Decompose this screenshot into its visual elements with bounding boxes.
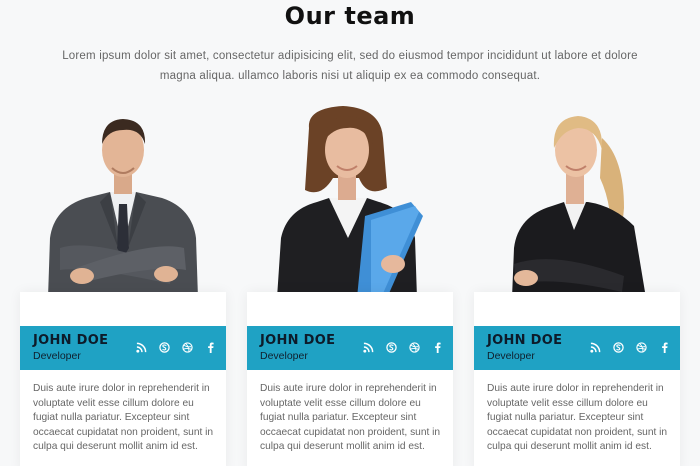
skype-icon[interactable] [384, 340, 399, 355]
member-photo [20, 98, 226, 298]
team-card: JOHN DOE Developer Duis aute irure dolor… [247, 292, 453, 466]
skype-icon[interactable] [611, 340, 626, 355]
member-info-bar: JOHN DOE Developer [247, 326, 453, 370]
dribbble-icon[interactable] [180, 340, 195, 355]
member-role: Developer [33, 350, 81, 362]
member-name: JOHN DOE [487, 333, 563, 348]
member-bio: Duis aute irure dolor in reprehenderit i… [33, 383, 214, 452]
member-bio: Duis aute irure dolor in reprehenderit i… [487, 383, 668, 452]
rss-icon[interactable] [134, 340, 149, 355]
team-card: JOHN DOE Developer Duis aute irure dolor… [474, 292, 680, 466]
social-links [134, 340, 218, 355]
member-info-bar: JOHN DOE Developer [474, 326, 680, 370]
facebook-icon[interactable] [203, 340, 218, 355]
member-photo [474, 98, 680, 298]
team-card: JOHN DOE Developer Duis aute irure dolor… [20, 292, 226, 466]
member-role: Developer [260, 350, 308, 362]
member-photo [247, 98, 453, 298]
member-bio: Duis aute irure dolor in reprehenderit i… [260, 383, 441, 452]
member-name: JOHN DOE [33, 333, 109, 348]
dribbble-icon[interactable] [407, 340, 422, 355]
social-links [588, 340, 672, 355]
social-links [361, 340, 445, 355]
section-title: Our team [284, 2, 416, 30]
facebook-icon[interactable] [430, 340, 445, 355]
section-description: Lorem ipsum dolor sit amet, consectetur … [62, 50, 638, 82]
member-info-bar: JOHN DOE Developer [20, 326, 226, 370]
rss-icon[interactable] [588, 340, 603, 355]
facebook-icon[interactable] [657, 340, 672, 355]
member-role: Developer [487, 350, 535, 362]
rss-icon[interactable] [361, 340, 376, 355]
skype-icon[interactable] [157, 340, 172, 355]
dribbble-icon[interactable] [634, 340, 649, 355]
member-name: JOHN DOE [260, 333, 336, 348]
